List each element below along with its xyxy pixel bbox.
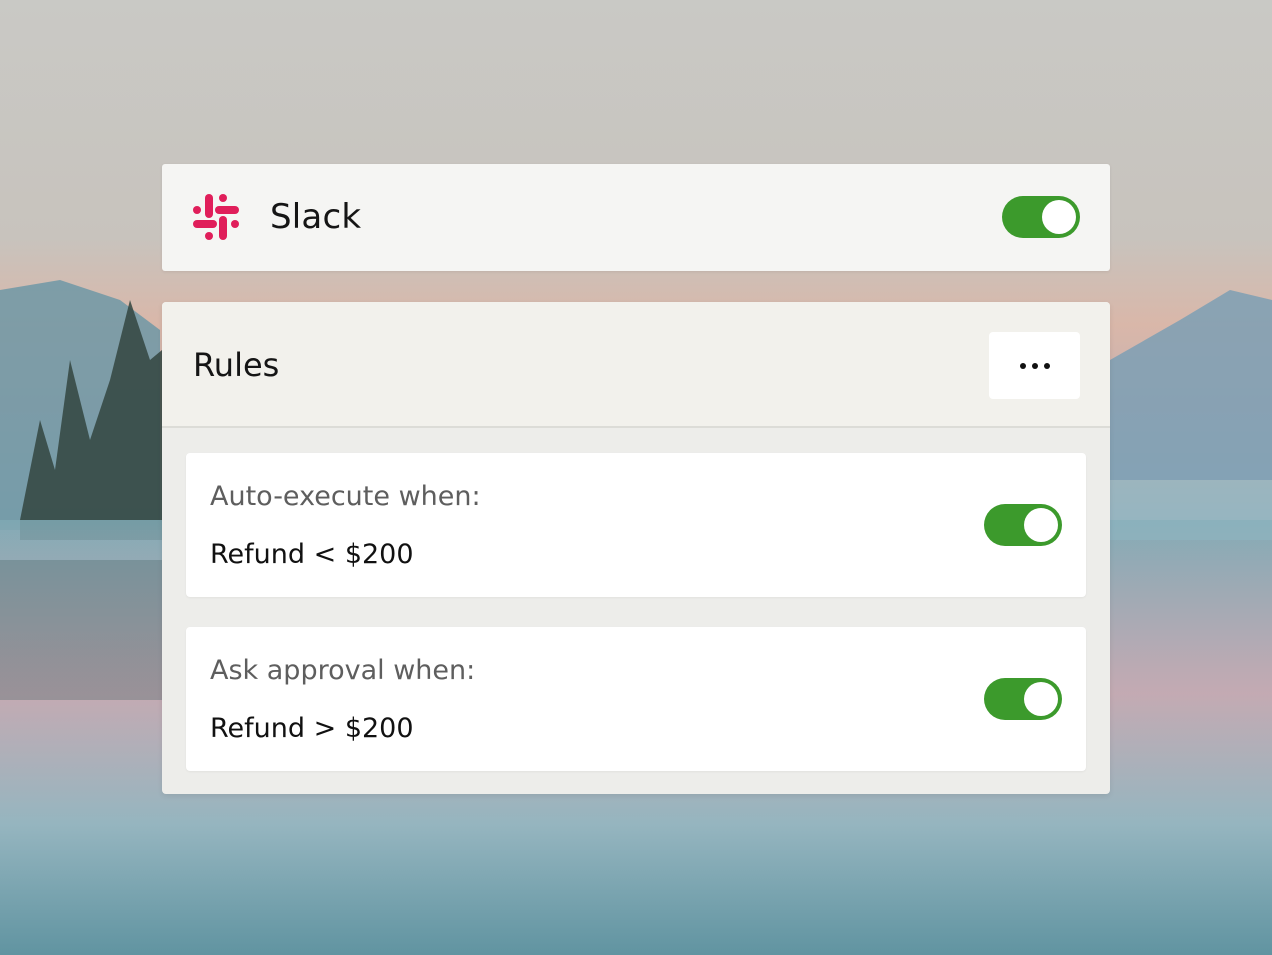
rule-label: Ask approval when:: [210, 655, 476, 686]
app-name: Slack: [270, 197, 362, 237]
rule-label: Auto-execute when:: [210, 481, 481, 512]
toggle-knob: [1024, 508, 1058, 542]
ask-approval-toggle[interactable]: [984, 678, 1062, 720]
app-enable-toggle[interactable]: [1002, 196, 1080, 238]
more-options-button[interactable]: [989, 332, 1080, 399]
rule-card-ask-approval: Ask approval when: Refund > $200: [186, 627, 1086, 771]
toggle-knob: [1042, 200, 1076, 234]
slack-logo-icon: [193, 194, 239, 240]
rule-condition: Refund > $200: [210, 713, 414, 744]
rule-condition: Refund < $200: [210, 539, 414, 570]
rules-title: Rules: [193, 346, 280, 384]
rules-header: [162, 302, 1110, 428]
rule-card-auto-execute: Auto-execute when: Refund < $200: [186, 453, 1086, 597]
more-horizontal-icon: [1019, 362, 1050, 369]
toggle-knob: [1024, 682, 1058, 716]
auto-execute-toggle[interactable]: [984, 504, 1062, 546]
